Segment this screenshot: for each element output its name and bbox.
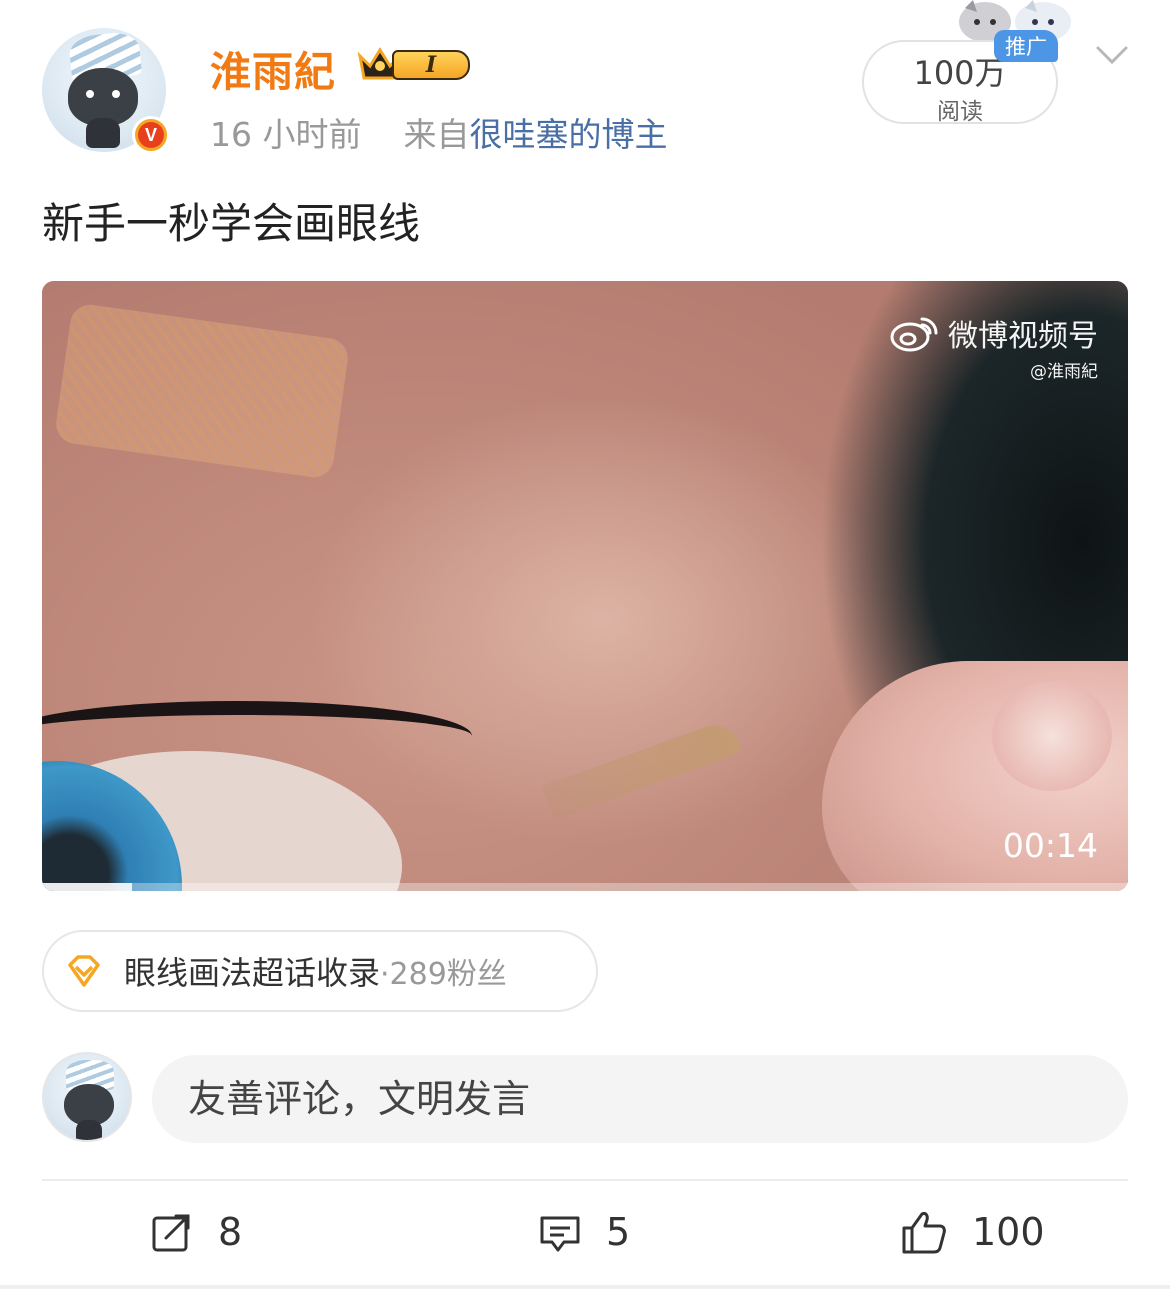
video-duration: 00:14 (1002, 826, 1098, 865)
verified-v-icon: V (132, 116, 170, 154)
topic-name: 眼线画法超话收录 (124, 954, 381, 992)
author-avatar[interactable]: V (42, 28, 170, 156)
bottom-divider (0, 1285, 1170, 1289)
repost-icon (152, 1214, 190, 1252)
video-watermark: 微博视频号 @淮雨紀 (888, 311, 1098, 382)
video-progress-fill (42, 883, 133, 891)
watermark-title: 微博视频号 (948, 319, 1098, 354)
video-player[interactable]: 微博视频号 @淮雨紀 00:14 (42, 281, 1128, 891)
crown-level-icon[interactable]: I (356, 44, 472, 84)
post-meta: 16 小时前 来自很哇塞的博主 (210, 108, 667, 156)
diamond-icon (68, 955, 100, 987)
my-avatar (42, 1052, 132, 1142)
watermark-handle: @淮雨紀 (1030, 362, 1098, 382)
comment-icon (540, 1216, 580, 1252)
like-count: 100 (972, 1210, 1045, 1254)
comment-input[interactable] (152, 1055, 1128, 1143)
topic-chip[interactable]: 眼线画法超话收录 ·289粉丝 (42, 930, 598, 1012)
comment-button[interactable]: 5 (538, 1204, 630, 1260)
topic-fans: ·289粉丝 (380, 957, 507, 992)
author-name[interactable]: 淮雨紀 (210, 38, 336, 98)
video-progress-track[interactable] (42, 883, 1128, 891)
like-button[interactable]: 100 (900, 1204, 1045, 1260)
promo-tag: 推广 (994, 30, 1058, 62)
repost-count: 8 (218, 1210, 243, 1254)
post-text: 新手一秒学会画眼线 (42, 199, 421, 248)
post-time: 16 小时前 (210, 115, 362, 154)
post-source-link[interactable]: 很哇塞的博主 (469, 115, 667, 154)
post-from-prefix: 来自 (403, 115, 470, 154)
weibo-logo-icon (890, 317, 938, 352)
read-label: 阅读 (937, 99, 983, 125)
comment-count: 5 (606, 1210, 631, 1254)
divider (42, 1179, 1128, 1181)
repost-button[interactable]: 8 (150, 1204, 242, 1260)
thumbs-up-icon (902, 1212, 946, 1254)
chevron-down-icon[interactable] (1094, 40, 1130, 70)
level-badge: I (392, 50, 470, 80)
